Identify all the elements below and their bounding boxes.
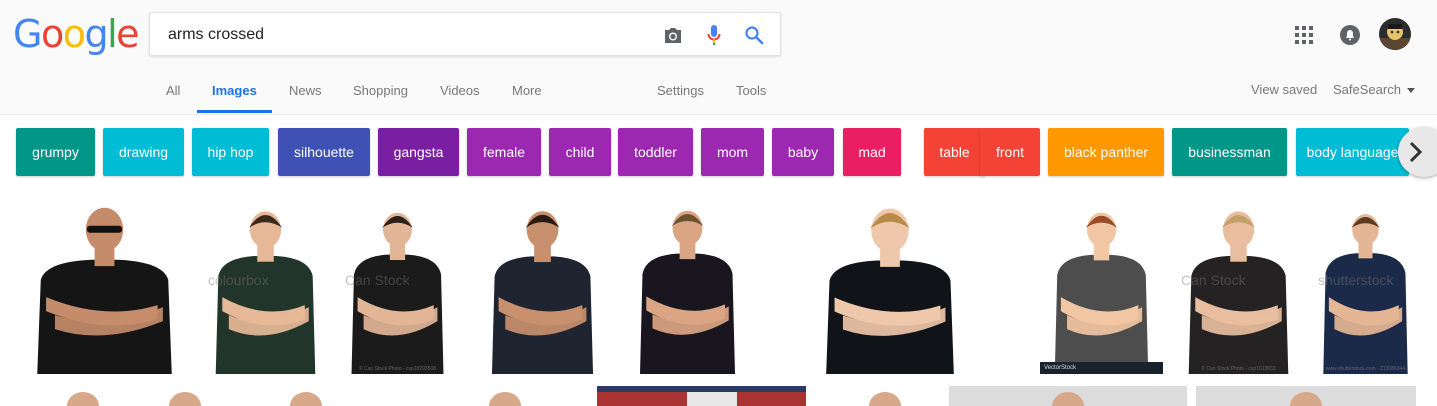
watermark: Can Stock	[1181, 272, 1246, 289]
google-logo[interactable]: Google	[13, 12, 140, 56]
avatar[interactable]	[1379, 18, 1411, 55]
image-credit: VectorStock	[1040, 362, 1163, 374]
chip-hip-hop[interactable]: hip hop	[192, 128, 269, 176]
image-result-cartoon-man-vector[interactable]: VectorStock	[1040, 189, 1163, 374]
watermark: colourbox	[208, 272, 269, 289]
image-result-row2[interactable]	[597, 386, 806, 406]
image-credit: © Can Stock Photo - csp1613833	[1201, 366, 1276, 372]
notifications-icon[interactable]	[1339, 24, 1361, 51]
search-icon[interactable]	[742, 23, 766, 47]
tab-tools[interactable]: Tools	[736, 83, 766, 98]
chip-front[interactable]: front	[980, 128, 1040, 176]
image-result-row2[interactable]	[1196, 386, 1416, 406]
chip-drawing[interactable]: drawing	[103, 128, 184, 176]
image-result-row2[interactable]	[246, 386, 366, 406]
header-bar: Google arms crossed All Images News Shop…	[0, 0, 1437, 115]
related-chips-bar: grumpy drawing hip hop silhouette gangsta fem…	[0, 115, 1437, 189]
chip-black-panther[interactable]: black panther	[1048, 128, 1164, 176]
view-saved-link[interactable]: View saved	[1251, 82, 1317, 97]
image-result-businesswoman-blazer[interactable]	[806, 190, 974, 374]
image-result-row2[interactable]	[136, 386, 234, 406]
image-result-woman-black-top[interactable]: Can Stock © Can Stock Photo - csp1613833	[1173, 189, 1304, 374]
chip-table[interactable]: table	[924, 128, 985, 176]
image-result-teen-black-tshirt[interactable]: Can Stock © Can Stock Photo - csp18293508	[337, 189, 458, 374]
image-result-row2[interactable]	[949, 386, 1187, 406]
active-tab-indicator	[197, 110, 272, 113]
search-tabs: All Images News Shopping Videos More Set…	[0, 73, 1437, 114]
chevron-right-icon	[1409, 141, 1423, 163]
tab-news[interactable]: News	[289, 83, 322, 98]
camera-icon[interactable]	[661, 23, 685, 47]
safesearch-dropdown[interactable]: SafeSearch	[1333, 82, 1415, 97]
tab-shopping[interactable]: Shopping	[353, 83, 408, 98]
image-result-teen-green-shirt[interactable]: colourbox	[200, 189, 331, 374]
tab-settings[interactable]: Settings	[657, 83, 704, 98]
logo-letter: G	[13, 12, 42, 56]
watermark: shutterstock	[1318, 272, 1394, 289]
image-credit: www.shutterstock.com · 213086344	[1325, 366, 1406, 372]
logo-letter: g	[84, 12, 108, 56]
watermark: Can Stock	[345, 272, 410, 289]
logo-letter: e	[116, 12, 139, 56]
chip-grumpy[interactable]: grumpy	[16, 128, 95, 176]
image-result-man-navy-shirt[interactable]: shutterstock www.shutterstock.com · 21308…	[1310, 189, 1421, 374]
image-credit: © Can Stock Photo - csp18293508	[358, 366, 437, 372]
logo-letter: l	[107, 12, 118, 56]
logo-letter: o	[40, 12, 64, 56]
microphone-icon[interactable]	[702, 23, 726, 47]
chip-toddler[interactable]: toddler	[618, 128, 693, 176]
image-result-man-navy-tshirt[interactable]	[476, 189, 609, 374]
logo-letter: o	[62, 12, 86, 56]
search-box	[149, 12, 781, 57]
image-result-bouncer-black-shirt[interactable]	[16, 189, 193, 374]
image-result-row2[interactable]	[28, 386, 138, 406]
caret-down-icon	[1406, 88, 1415, 94]
chip-businessman[interactable]: businessman	[1172, 128, 1287, 176]
chip-child[interactable]: child	[549, 128, 611, 176]
chip-baby[interactable]: baby	[772, 128, 834, 176]
tab-videos[interactable]: Videos	[440, 83, 480, 98]
search-input[interactable]	[166, 13, 650, 57]
safesearch-label: SafeSearch	[1333, 82, 1401, 97]
chip-gangsta[interactable]: gangsta	[378, 128, 459, 176]
tab-images[interactable]: Images	[212, 83, 257, 98]
image-result-row2[interactable]	[830, 386, 940, 406]
apps-grid-icon[interactable]	[1295, 26, 1313, 49]
tab-more[interactable]: More	[512, 83, 542, 98]
chip-mom[interactable]: mom	[701, 128, 764, 176]
tab-all[interactable]: All	[166, 83, 180, 98]
image-result-man-dark-tshirt[interactable]	[625, 187, 750, 374]
chip-silhouette[interactable]: silhouette	[278, 128, 370, 176]
chip-body-language[interactable]: body language	[1296, 128, 1409, 176]
chip-female[interactable]: female	[467, 128, 541, 176]
image-result-row2[interactable]	[440, 386, 570, 406]
chip-mad[interactable]: mad	[843, 128, 901, 176]
